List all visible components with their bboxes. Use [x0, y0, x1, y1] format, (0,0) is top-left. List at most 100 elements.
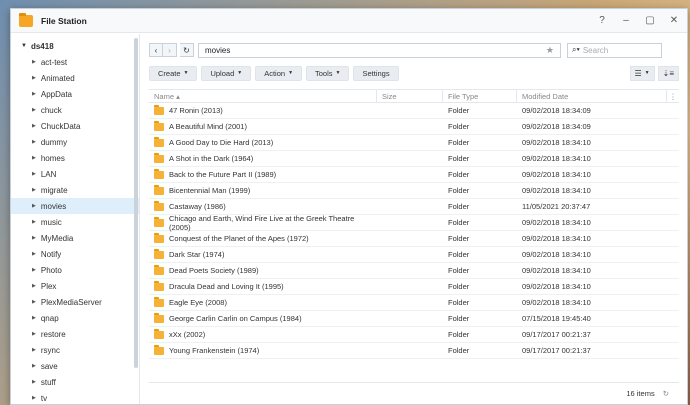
expand-arrow-icon[interactable]: ▶ [32, 219, 36, 225]
upload-button[interactable]: Upload ▼ [201, 65, 252, 81]
sidebar-item-save[interactable]: ▶ save [11, 358, 139, 374]
tree-root-ds418[interactable]: ▼ ds418 [11, 38, 139, 54]
sidebar-item-chuckdata[interactable]: ▶ ChuckData [11, 118, 139, 134]
row-spacer [667, 311, 679, 326]
sidebar-item-qnap[interactable]: ▶ qnap [11, 310, 139, 326]
sidebar-item-plexmediaserver[interactable]: ▶ PlexMediaServer [11, 294, 139, 310]
sidebar-item-dummy[interactable]: ▶ dummy [11, 134, 139, 150]
back-button[interactable]: ‹ [149, 43, 163, 57]
minimize-button[interactable]: – [621, 15, 631, 26]
table-row[interactable]: Back to the Future Part II (1989) Folder 0… [149, 167, 679, 183]
sidebar-item-plex[interactable]: ▶ Plex [11, 278, 139, 294]
table-row[interactable]: A Shot in the Dark (1964) Folder 09/02/201… [149, 151, 679, 167]
help-button[interactable]: ? [597, 15, 607, 26]
column-options-button[interactable]: ⋮ [667, 90, 679, 102]
sidebar-item-homes[interactable]: ▶ homes [11, 150, 139, 166]
expand-arrow-icon[interactable]: ▶ [32, 59, 36, 65]
file-size [377, 199, 443, 214]
expand-arrow-icon[interactable]: ▶ [32, 91, 36, 97]
expand-arrow-icon[interactable]: ▶ [32, 315, 36, 321]
caret-down-icon[interactable]: ▼ [21, 43, 27, 49]
sidebar-item-music[interactable]: ▶ music [11, 214, 139, 230]
table-row[interactable]: A Good Day to Die Hard (2013) Folder 09/02… [149, 135, 679, 151]
sidebar-item-label: ChuckData [40, 121, 81, 131]
table-row[interactable]: Dead Poets Society (1989) Folder 09/02/201… [149, 263, 679, 279]
expand-arrow-icon[interactable]: ▶ [32, 123, 36, 129]
expand-arrow-icon[interactable]: ▶ [32, 107, 36, 113]
refresh-icon[interactable]: ↻ [663, 389, 669, 398]
star-icon[interactable]: ★ [546, 45, 554, 56]
create-button[interactable]: Create ▼ [149, 65, 198, 81]
sidebar-item-restore[interactable]: ▶ restore [11, 326, 139, 342]
sidebar-scrollbar[interactable] [134, 38, 138, 368]
column-header-size[interactable]: Size [377, 90, 443, 102]
sidebar-item-rsync[interactable]: ▶ rsync [11, 342, 139, 358]
sidebar-item-tv[interactable]: ▶ tv [11, 390, 139, 404]
expand-arrow-icon[interactable]: ▶ [32, 203, 36, 209]
sort-button[interactable]: ⇣≡ [657, 65, 679, 81]
file-size [377, 151, 443, 166]
refresh-button[interactable]: ↻ [180, 43, 194, 57]
sidebar-item-movies[interactable]: ▶ movies [11, 198, 139, 214]
file-size [377, 231, 443, 246]
expand-arrow-icon[interactable]: ▶ [32, 379, 36, 385]
table-row[interactable]: A Beautiful Mind (2001) Folder 09/02/2018 … [149, 119, 679, 135]
folder-tree: ▼ ds418 ▶ act-test ▶ Animated ▶ AppData ▶ chuck… [11, 34, 140, 404]
forward-button[interactable]: › [163, 43, 177, 57]
row-spacer [667, 183, 679, 198]
view-mode-button[interactable]: ☰ ▼ [629, 65, 655, 81]
table-row[interactable]: Conquest of the Planet of the Apes (1972… [149, 231, 679, 247]
expand-arrow-icon[interactable]: ▶ [32, 235, 36, 241]
sidebar-item-notify[interactable]: ▶ Notify [11, 246, 139, 262]
expand-arrow-icon[interactable]: ▶ [32, 251, 36, 257]
column-header-type[interactable]: File Type [443, 90, 517, 102]
search-input[interactable]: ⌕▾ Search [567, 42, 662, 58]
table-row[interactable]: Dark Star (1974) Folder 09/02/2018 18:34:1… [149, 247, 679, 263]
table-row[interactable]: xXx (2002) Folder 09/17/2017 00:21:37 [149, 327, 679, 343]
expand-arrow-icon[interactable]: ▶ [32, 187, 36, 193]
expand-arrow-icon[interactable]: ▶ [32, 283, 36, 289]
sidebar-item-migrate[interactable]: ▶ migrate [11, 182, 139, 198]
sidebar-item-mymedia[interactable]: ▶ MyMedia [11, 230, 139, 246]
folder-icon [154, 328, 164, 339]
sidebar-item-stuff[interactable]: ▶ stuff [11, 374, 139, 390]
sidebar-item-photo[interactable]: ▶ Photo [11, 262, 139, 278]
file-size [377, 247, 443, 262]
tools-button[interactable]: Tools ▼ [306, 65, 350, 81]
sidebar-item-animated[interactable]: ▶ Animated [11, 70, 139, 86]
path-input[interactable]: movies ★ [198, 42, 561, 58]
close-button[interactable]: ✕ [669, 15, 679, 26]
sidebar-item-lan[interactable]: ▶ LAN [11, 166, 139, 182]
table-row[interactable]: Bicentennial Man (1999) Folder 09/02/2018 … [149, 183, 679, 199]
maximize-button[interactable]: ▢ [645, 15, 655, 26]
table-row[interactable]: Chicago and Earth, Wind Fire Live at the… [149, 214, 679, 232]
column-header-name[interactable]: Name ▴ [149, 90, 377, 102]
expand-arrow-icon[interactable]: ▶ [32, 75, 36, 81]
expand-arrow-icon[interactable]: ▶ [32, 331, 36, 337]
sidebar-item-act-test[interactable]: ▶ act-test [11, 54, 139, 70]
settings-button[interactable]: Settings [353, 65, 399, 81]
action-button[interactable]: Action ▼ [255, 65, 303, 81]
folder-icon [154, 104, 164, 115]
table-row[interactable]: George Carlin Carlin on Campus (1984) Fol… [149, 311, 679, 327]
sidebar-item-label: dummy [40, 137, 68, 147]
expand-arrow-icon[interactable]: ▶ [32, 363, 36, 369]
sidebar-item-appdata[interactable]: ▶ AppData [11, 86, 139, 102]
folder-icon [154, 136, 164, 147]
expand-arrow-icon[interactable]: ▶ [32, 139, 36, 145]
expand-arrow-icon[interactable]: ▶ [32, 395, 36, 401]
expand-arrow-icon[interactable]: ▶ [32, 299, 36, 305]
expand-arrow-icon[interactable]: ▶ [32, 171, 36, 177]
sidebar-item-chuck[interactable]: ▶ chuck [11, 102, 139, 118]
table-row[interactable]: Eagle Eye (2008) Folder 09/02/2018 18:34:1… [149, 295, 679, 311]
expand-arrow-icon[interactable]: ▶ [32, 155, 36, 161]
file-modified: 09/02/2018 18:34:10 [522, 186, 591, 195]
expand-arrow-icon[interactable]: ▶ [32, 347, 36, 353]
column-header-modified[interactable]: Modified Date [517, 90, 667, 102]
expand-arrow-icon[interactable]: ▶ [32, 267, 36, 273]
file-name: 47 Ronin (2013) [169, 106, 223, 115]
table-row[interactable]: Young Frankenstein (1974) Folder 09/17/201… [149, 343, 679, 359]
table-row[interactable]: Dracula Dead and Loving It (1995) Folder 0… [149, 279, 679, 295]
file-name: xXx (2002) [169, 330, 206, 339]
table-row[interactable]: 47 Ronin (2013) Folder 09/02/2018 18:34:09 [149, 103, 679, 119]
